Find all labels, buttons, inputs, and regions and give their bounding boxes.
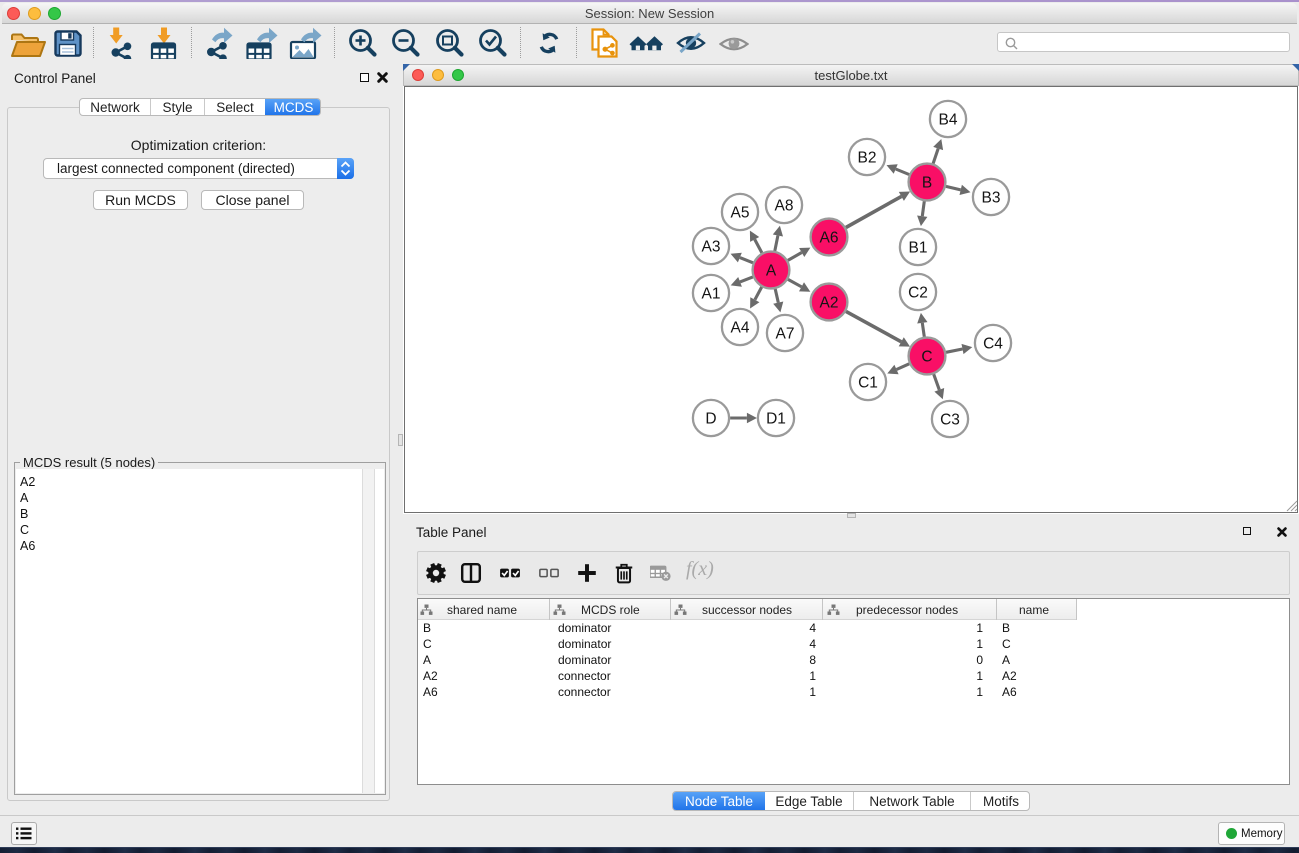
svg-text:B1: B1 [909,240,928,257]
svg-text:C2: C2 [908,285,928,302]
svg-text:C1: C1 [858,375,878,392]
svg-text:A1: A1 [702,286,721,303]
svg-text:C3: C3 [940,412,960,429]
svg-text:B: B [922,175,932,192]
svg-text:A3: A3 [702,239,721,256]
svg-text:A7: A7 [776,326,795,343]
svg-text:A5: A5 [731,205,750,222]
svg-text:A4: A4 [731,320,750,337]
svg-text:A6: A6 [820,230,839,247]
svg-text:C: C [921,349,932,366]
svg-text:B2: B2 [858,150,877,167]
svg-text:D: D [705,411,716,428]
svg-text:A2: A2 [820,295,839,312]
svg-text:B3: B3 [982,190,1001,207]
svg-text:A: A [766,263,777,280]
svg-text:C4: C4 [983,336,1003,353]
svg-text:A8: A8 [775,198,794,215]
svg-text:B4: B4 [939,112,958,129]
svg-text:D1: D1 [766,411,786,428]
